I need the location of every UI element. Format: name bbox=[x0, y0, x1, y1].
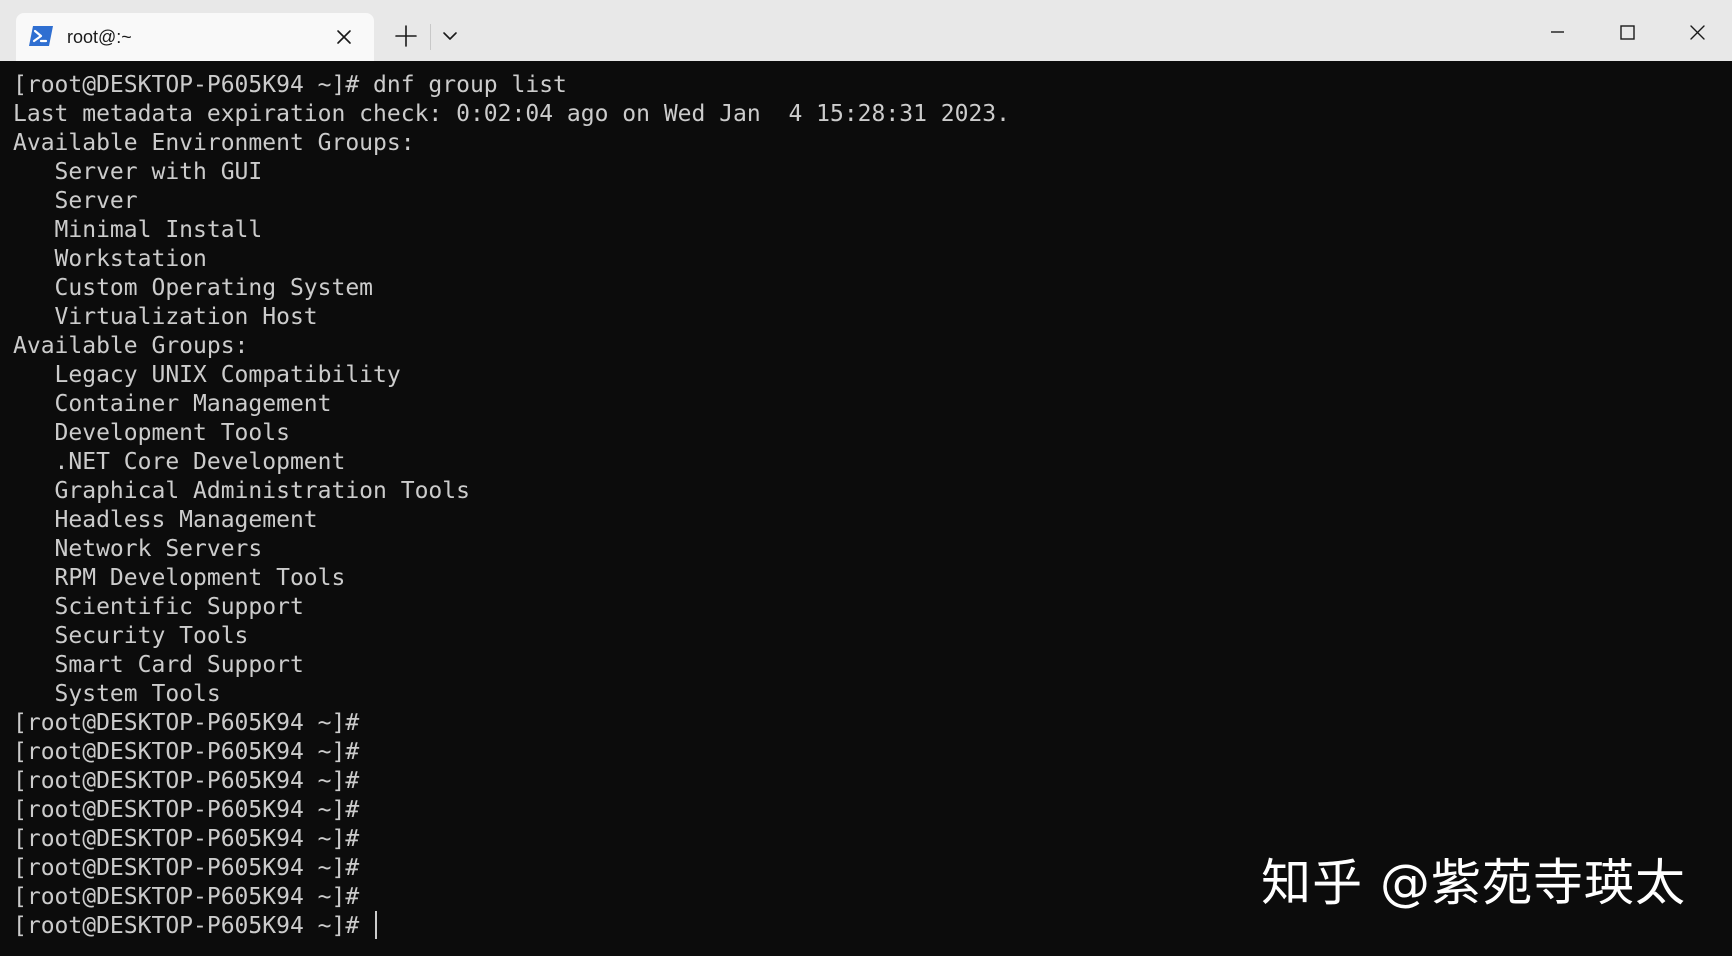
tab-title: root@:~ bbox=[67, 27, 132, 47]
terminal-input-line[interactable]: [root@DESKTOP-P605K94 ~]# bbox=[13, 910, 1010, 941]
terminal-line: System Tools bbox=[13, 681, 221, 707]
terminal-line: Custom Operating System bbox=[13, 275, 374, 301]
terminal-lines: [root@DESKTOP-P605K94 ~]# dnf group list… bbox=[13, 71, 1010, 941]
terminal-line: Scientific Support bbox=[13, 594, 304, 620]
terminal-line: Available Groups: bbox=[13, 333, 249, 359]
terminal-output[interactable]: [root@DESKTOP-P605K94 ~]# dnf group list… bbox=[0, 61, 1732, 956]
terminal-line: [root@DESKTOP-P605K94 ~]# bbox=[13, 826, 360, 852]
terminal-line: .NET Core Development bbox=[13, 449, 346, 475]
terminal-line: Smart Card Support bbox=[13, 652, 304, 678]
terminal-line: Legacy UNIX Compatibility bbox=[13, 362, 401, 388]
terminal-line: [root@DESKTOP-P605K94 ~]# bbox=[13, 710, 360, 736]
terminal-line: RPM Development Tools bbox=[13, 565, 346, 591]
plus-icon bbox=[395, 25, 417, 47]
minimize-icon bbox=[1551, 31, 1564, 33]
close-icon bbox=[1690, 25, 1705, 40]
title-bar[interactable]: root@:~ bbox=[0, 0, 1732, 61]
terminal-line: Virtualization Host bbox=[13, 304, 318, 330]
terminal-line: [root@DESKTOP-P605K94 ~]# bbox=[13, 739, 360, 765]
terminal-line: Last metadata expiration check: 0:02:04 … bbox=[13, 101, 1010, 127]
terminal-powershell-icon bbox=[28, 25, 54, 47]
terminal-line: Container Management bbox=[13, 391, 332, 417]
maximize-icon bbox=[1620, 25, 1635, 40]
terminal-window: root@:~ [root@DESKTOP-P605K94 ~]# dnf gr… bbox=[0, 0, 1732, 956]
terminal-line: Workstation bbox=[13, 246, 207, 272]
terminal-line: Graphical Administration Tools bbox=[13, 478, 470, 504]
chevron-down-icon bbox=[443, 32, 457, 40]
terminal-line: [root@DESKTOP-P605K94 ~]# bbox=[13, 884, 360, 910]
close-window-button[interactable] bbox=[1677, 14, 1717, 50]
terminal-line: [root@DESKTOP-P605K94 ~]# bbox=[13, 768, 360, 794]
terminal-line: Minimal Install bbox=[13, 217, 263, 243]
watermark: 知乎 @紫苑寺瑛太 bbox=[1261, 854, 1686, 912]
terminal-line: Headless Management bbox=[13, 507, 318, 533]
terminal-line: Server with GUI bbox=[13, 159, 263, 185]
terminal-line: Security Tools bbox=[13, 623, 249, 649]
terminal-line: Network Servers bbox=[13, 536, 263, 562]
terminal-line: [root@DESKTOP-P605K94 ~]# dnf group list bbox=[13, 72, 567, 98]
terminal-line: Development Tools bbox=[13, 420, 290, 446]
tab-root[interactable]: root@:~ bbox=[16, 13, 374, 61]
tab-separator bbox=[430, 24, 431, 50]
maximize-button[interactable] bbox=[1607, 14, 1647, 50]
close-tab-icon[interactable] bbox=[332, 25, 356, 49]
tab-dropdown-button[interactable] bbox=[436, 22, 464, 50]
minimize-button[interactable] bbox=[1537, 14, 1577, 50]
terminal-line: Server bbox=[13, 188, 138, 214]
terminal-prompt: [root@DESKTOP-P605K94 ~]# bbox=[13, 913, 374, 939]
terminal-line: [root@DESKTOP-P605K94 ~]# bbox=[13, 797, 360, 823]
new-tab-button[interactable] bbox=[390, 20, 422, 52]
terminal-line: [root@DESKTOP-P605K94 ~]# bbox=[13, 855, 360, 881]
terminal-line: Available Environment Groups: bbox=[13, 130, 415, 156]
text-cursor bbox=[375, 910, 378, 939]
